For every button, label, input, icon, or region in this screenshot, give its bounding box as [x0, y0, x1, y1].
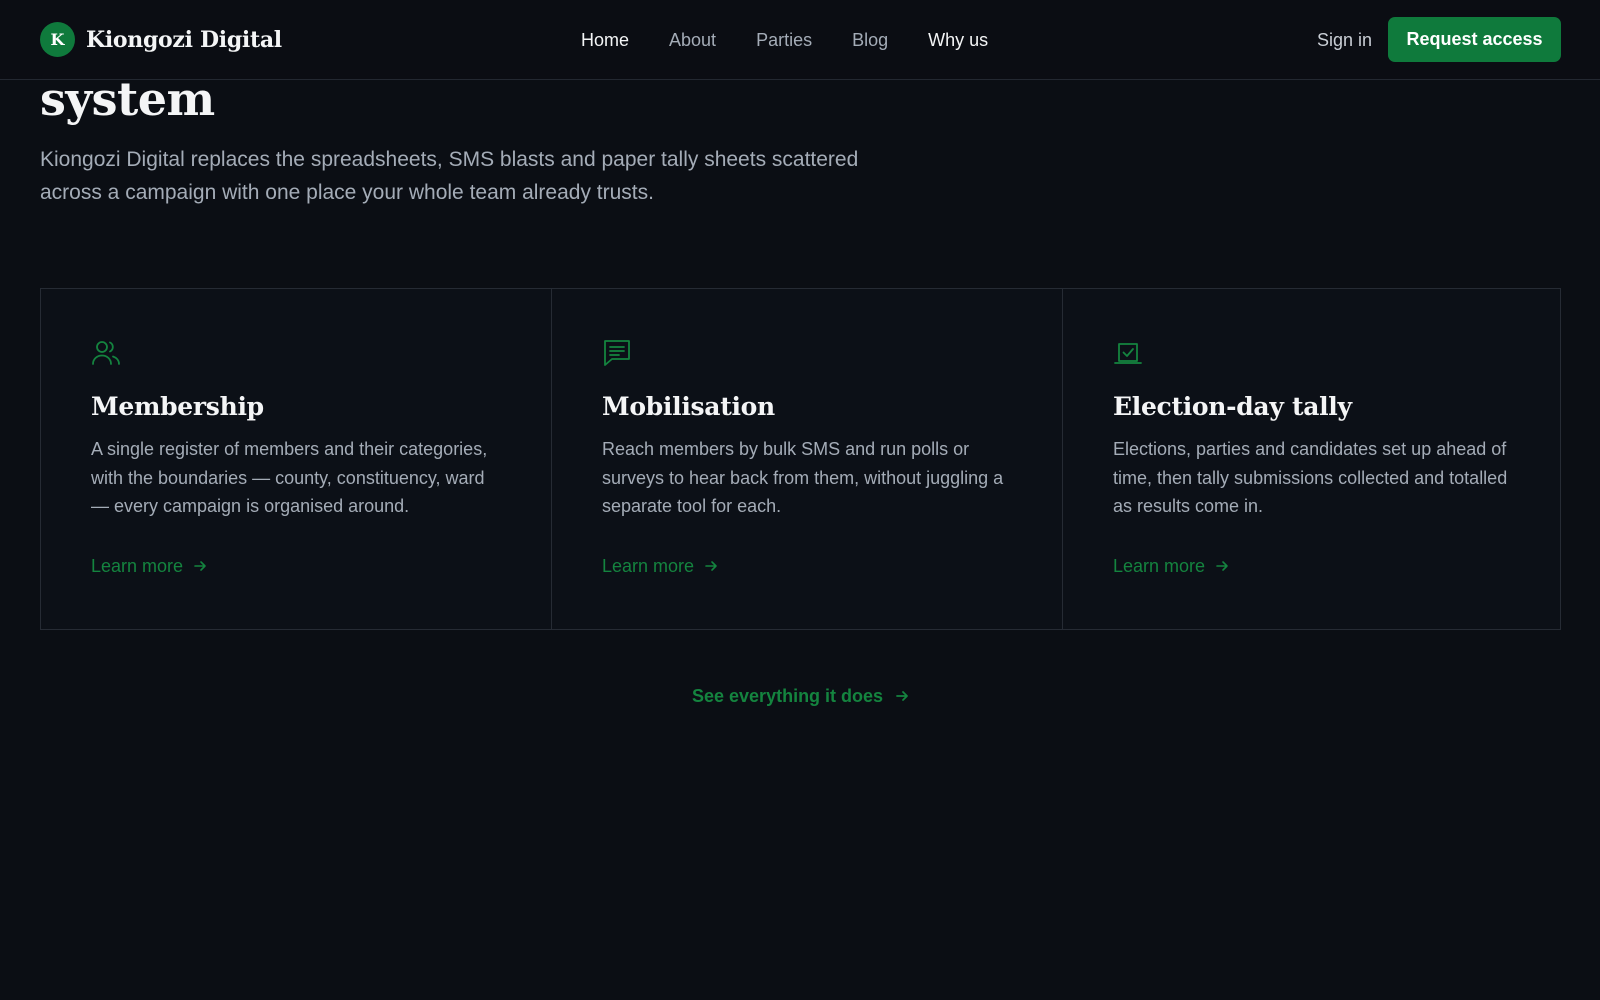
page: system Kiongozi Digital replaces the spr… — [0, 0, 1600, 1000]
nav-about[interactable]: About — [669, 27, 716, 53]
see-everything-link[interactable]: See everything it does — [692, 684, 909, 708]
message-icon — [604, 340, 630, 366]
nav-home[interactable]: Home — [581, 27, 629, 53]
request-access-button[interactable]: Request access — [1388, 17, 1561, 62]
brand-name: Kiongozi Digital — [86, 26, 282, 53]
sign-in-link[interactable]: Sign in — [1317, 27, 1372, 53]
users-icon — [92, 341, 120, 365]
learn-more-label: Learn more — [602, 556, 695, 576]
main-nav: Home About Parties Blog Why us — [581, 27, 1028, 53]
hero-subtitle: Kiongozi Digital replaces the spreadshee… — [40, 148, 859, 204]
feature-card-mobilisation: Mobilisation Reach members by bulk SMS a… — [552, 289, 1063, 629]
feature-title: Election-day tally — [1113, 392, 1352, 421]
feature-description: Reach members by bulk SMS and run polls … — [602, 439, 1004, 516]
feature-description: A single register of members and their c… — [91, 439, 488, 516]
learn-more-link[interactable]: Learn more — [602, 554, 718, 578]
learn-more-label: Learn more — [1113, 556, 1206, 576]
see-everything-label: See everything it does — [692, 686, 884, 706]
nav-why-us[interactable]: Why us — [928, 27, 988, 53]
learn-more-label: Learn more — [91, 556, 184, 576]
feature-title: Membership — [91, 392, 264, 421]
learn-more-link[interactable]: Learn more — [1113, 554, 1229, 578]
feature-card-tally: Election-day tally Elections, parties an… — [1063, 289, 1573, 629]
brand-logo-link[interactable]: K Kiongozi Digital — [40, 22, 282, 57]
arrow-right-icon — [896, 691, 908, 701]
features-grid: Membership A single register of members … — [40, 288, 1561, 630]
feature-title: Mobilisation — [602, 392, 775, 421]
arrow-right-icon — [705, 561, 717, 571]
brand-mark-icon: K — [40, 22, 75, 57]
feature-description: Elections, parties and candidates set up… — [1113, 439, 1508, 516]
feature-card-membership: Membership A single register of members … — [41, 289, 552, 629]
learn-more-link[interactable]: Learn more — [91, 554, 207, 578]
arrow-right-icon — [1216, 561, 1228, 571]
arrow-right-icon — [194, 561, 206, 571]
ballot-box-icon — [1114, 343, 1142, 364]
nav-blog[interactable]: Blog — [852, 27, 888, 53]
site-header: K Kiongozi Digital Home About Parties Bl… — [0, 0, 1600, 80]
nav-parties[interactable]: Parties — [756, 27, 812, 53]
